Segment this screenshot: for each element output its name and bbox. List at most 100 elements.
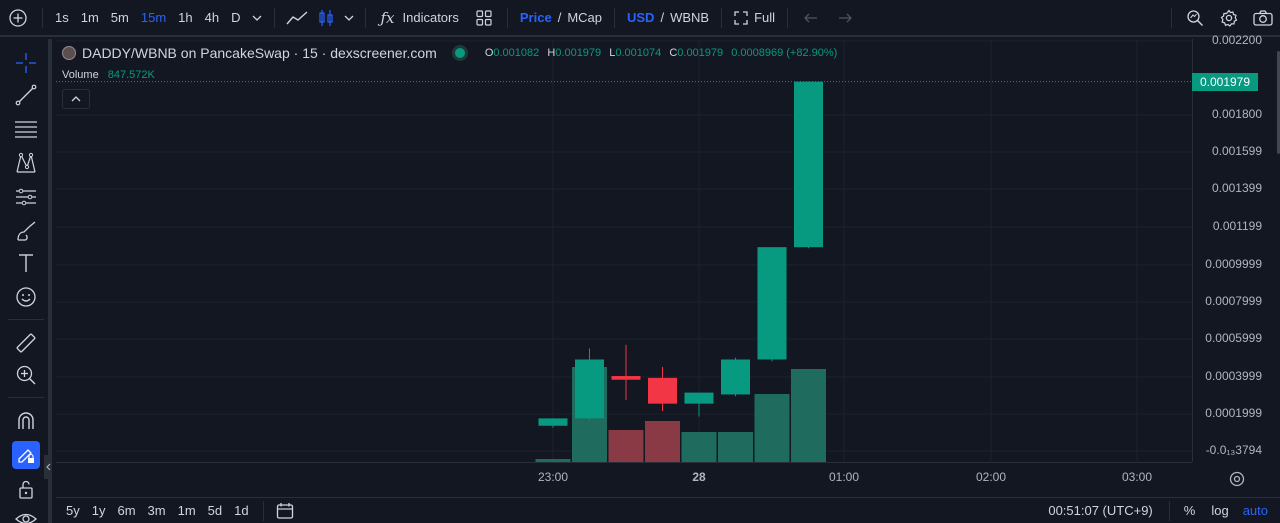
crosshair-icon[interactable] (10, 49, 42, 77)
layout-grid-icon[interactable] (467, 0, 501, 35)
clock-timezone[interactable]: 00:51:07 (UTC+9) (1048, 503, 1152, 518)
interval-4h[interactable]: 4h (199, 0, 225, 35)
price-tick-label: 0.001399 (1211, 181, 1262, 195)
volume-bar (754, 394, 790, 462)
toolbar-divider (1171, 7, 1172, 28)
undo-icon[interactable] (794, 0, 828, 35)
tool-divider (8, 397, 44, 398)
toolbar-divider (721, 7, 723, 28)
candle-body (648, 377, 677, 404)
time-axis[interactable]: 23:00 28 01:00 02:00 03:00 (56, 462, 1192, 490)
interval-1s[interactable]: 1s (49, 0, 75, 35)
interval-1h[interactable]: 1h (172, 0, 198, 35)
interval-1m[interactable]: 1m (75, 0, 105, 35)
time-tick-label: 03:00 (1121, 470, 1153, 484)
go-to-date-icon[interactable] (270, 502, 300, 520)
full-label: Full (754, 10, 776, 25)
chevron-down-icon[interactable] (339, 0, 359, 35)
auto-scale-toggle[interactable]: auto (1243, 503, 1268, 518)
token-logo-icon (62, 46, 76, 60)
text-tool-icon[interactable] (10, 249, 42, 277)
symbol-title[interactable]: DADDY/WBNB on PancakeSwap · 15 · dexscre… (82, 45, 437, 61)
volume-bar (681, 432, 717, 462)
change-value: 0.0008969 (+82.90%) (731, 47, 838, 59)
indicators-button[interactable]: ƒx Indicators (372, 0, 466, 35)
separator-slash: / (557, 10, 562, 25)
chevron-up-icon (71, 96, 81, 102)
range-5y[interactable]: 5y (66, 503, 80, 518)
interval-5m[interactable]: 5m (105, 0, 135, 35)
collapse-legend-button[interactable] (62, 89, 90, 109)
magnet-icon[interactable] (10, 407, 42, 435)
chevron-down-icon[interactable] (246, 0, 268, 35)
eye-icon[interactable] (10, 505, 42, 523)
price-tick-label: 0.001800 (1211, 107, 1262, 121)
currency-toggle[interactable]: USD / WBNB (621, 0, 715, 35)
range-1m[interactable]: 1m (178, 503, 196, 518)
price-scale[interactable]: 0.002200 0.001800 0.001599 0.001399 0.001199… (1192, 33, 1280, 462)
separator-slash: / (660, 10, 665, 25)
top-toolbar: 1s 1m 5m 15m 1h 4h D ƒx Indicators Price / MCa… (0, 0, 1280, 37)
toolbar-divider (787, 7, 789, 28)
price-mcap-toggle[interactable]: Price / MCap (514, 0, 608, 35)
market-status-icon (454, 48, 465, 58)
range-3m[interactable]: 3m (148, 503, 166, 518)
volume-label: Volume (62, 69, 99, 81)
range-1y[interactable]: 1y (92, 503, 106, 518)
volume-bar (791, 369, 826, 462)
trend-line-icon[interactable] (10, 81, 42, 109)
fib-retracement-icon[interactable] (10, 115, 42, 143)
candle-body (757, 247, 787, 360)
indicators-label: Indicators (402, 10, 459, 25)
chart-pane[interactable] (56, 39, 1192, 462)
emoji-icon[interactable] (10, 283, 42, 311)
range-5d[interactable]: 5d (208, 503, 222, 518)
price-chart[interactable] (56, 39, 1192, 462)
time-tick-label: 28 (692, 470, 706, 484)
collapse-toolbar-handle[interactable] (44, 455, 52, 479)
camera-icon[interactable] (1246, 0, 1280, 35)
wbnb-option[interactable]: WBNB (670, 10, 709, 25)
ruler-icon[interactable] (10, 329, 42, 357)
usd-option[interactable]: USD (627, 10, 654, 25)
line-chart-icon[interactable] (281, 0, 313, 35)
add-symbol-icon[interactable] (0, 0, 36, 35)
zoom-in-icon[interactable] (10, 361, 42, 389)
chevron-left-icon (45, 463, 50, 471)
fullscreen-button[interactable]: Full (728, 0, 781, 35)
toolbar-divider (262, 500, 264, 521)
candlestick-icon[interactable] (313, 0, 339, 35)
toolbar-divider (614, 7, 615, 28)
interval-15m[interactable]: 15m (135, 0, 172, 35)
range-1d[interactable]: 1d (234, 503, 248, 518)
toolbar-divider (1168, 500, 1170, 521)
forecast-icon[interactable] (10, 183, 42, 211)
interval-selector: 1s 1m 5m 15m 1h 4h D (49, 0, 246, 35)
time-tick-label: 01:00 (828, 470, 860, 484)
toolbar-divider (365, 7, 367, 28)
price-option[interactable]: Price (520, 10, 552, 25)
settings-gear-icon[interactable] (1212, 0, 1246, 35)
fullscreen-icon (734, 10, 748, 25)
date-range-selector: 5y 1y 6m 3m 1m 5d 1d (60, 503, 255, 518)
pattern-icon[interactable] (10, 149, 42, 177)
brush-icon[interactable] (10, 217, 42, 245)
candle-body (721, 359, 750, 395)
candle-body (684, 392, 714, 404)
range-6m[interactable]: 6m (117, 503, 135, 518)
toolbar-divider (274, 7, 276, 28)
lock-icon[interactable] (10, 475, 42, 503)
log-scale-toggle[interactable]: log (1211, 503, 1228, 518)
interval-d[interactable]: D (225, 0, 246, 35)
price-tick-label: 0.0009999 (1205, 257, 1262, 271)
last-price-label: 0.001979 (1192, 72, 1258, 91)
quick-search-icon[interactable] (1178, 0, 1212, 35)
volume-bar (645, 421, 680, 462)
redo-icon[interactable] (828, 0, 862, 35)
percent-scale-toggle[interactable]: % (1184, 503, 1196, 518)
price-tick-label: 0.0001999 (1205, 406, 1262, 420)
bottom-toolbar: 5y 1y 6m 3m 1m 5d 1d 00:51:07 (UTC+9) % log au… (56, 497, 1280, 523)
time-axis-settings-icon[interactable] (1228, 470, 1246, 488)
stay-in-drawing-mode-icon[interactable] (12, 441, 40, 469)
mcap-option[interactable]: MCap (567, 10, 602, 25)
